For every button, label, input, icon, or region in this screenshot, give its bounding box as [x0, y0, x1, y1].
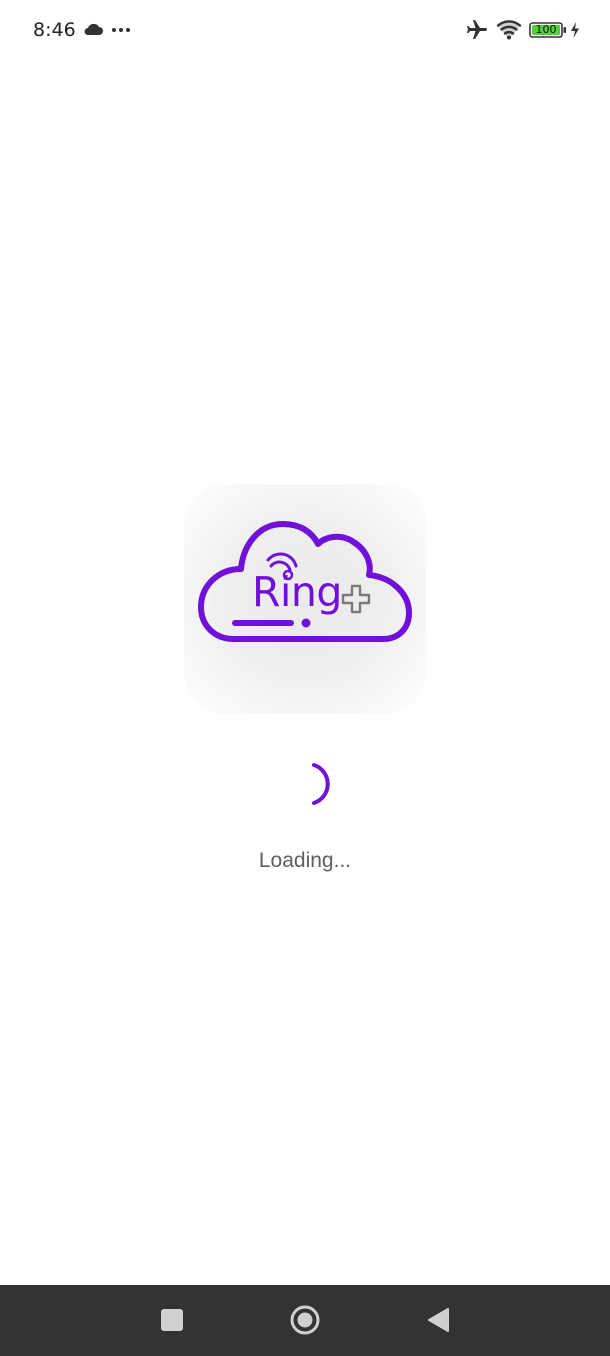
back-triangle-icon[interactable] [426, 1307, 450, 1333]
home-circle-icon[interactable] [289, 1304, 321, 1336]
recents-square-icon[interactable] [161, 1309, 183, 1331]
more-dots-icon [112, 28, 130, 32]
status-time: 8:46 [33, 19, 76, 41]
logo-text: Ring [252, 568, 342, 616]
status-bar: 8:46 100 [0, 0, 610, 62]
wifi-icon [496, 20, 522, 40]
charging-bolt-icon [571, 22, 579, 38]
battery-level-text: 100 [535, 23, 557, 36]
splash-screen: 8:46 100 Ring Loading... [0, 0, 610, 1356]
airplane-mode-icon [467, 20, 487, 39]
loading-spinner-icon [312, 763, 330, 805]
loading-text: Loading... [258, 849, 352, 872]
battery-icon: 100 [529, 22, 567, 38]
cloud-icon [84, 23, 103, 35]
navigation-bar [0, 1285, 610, 1356]
